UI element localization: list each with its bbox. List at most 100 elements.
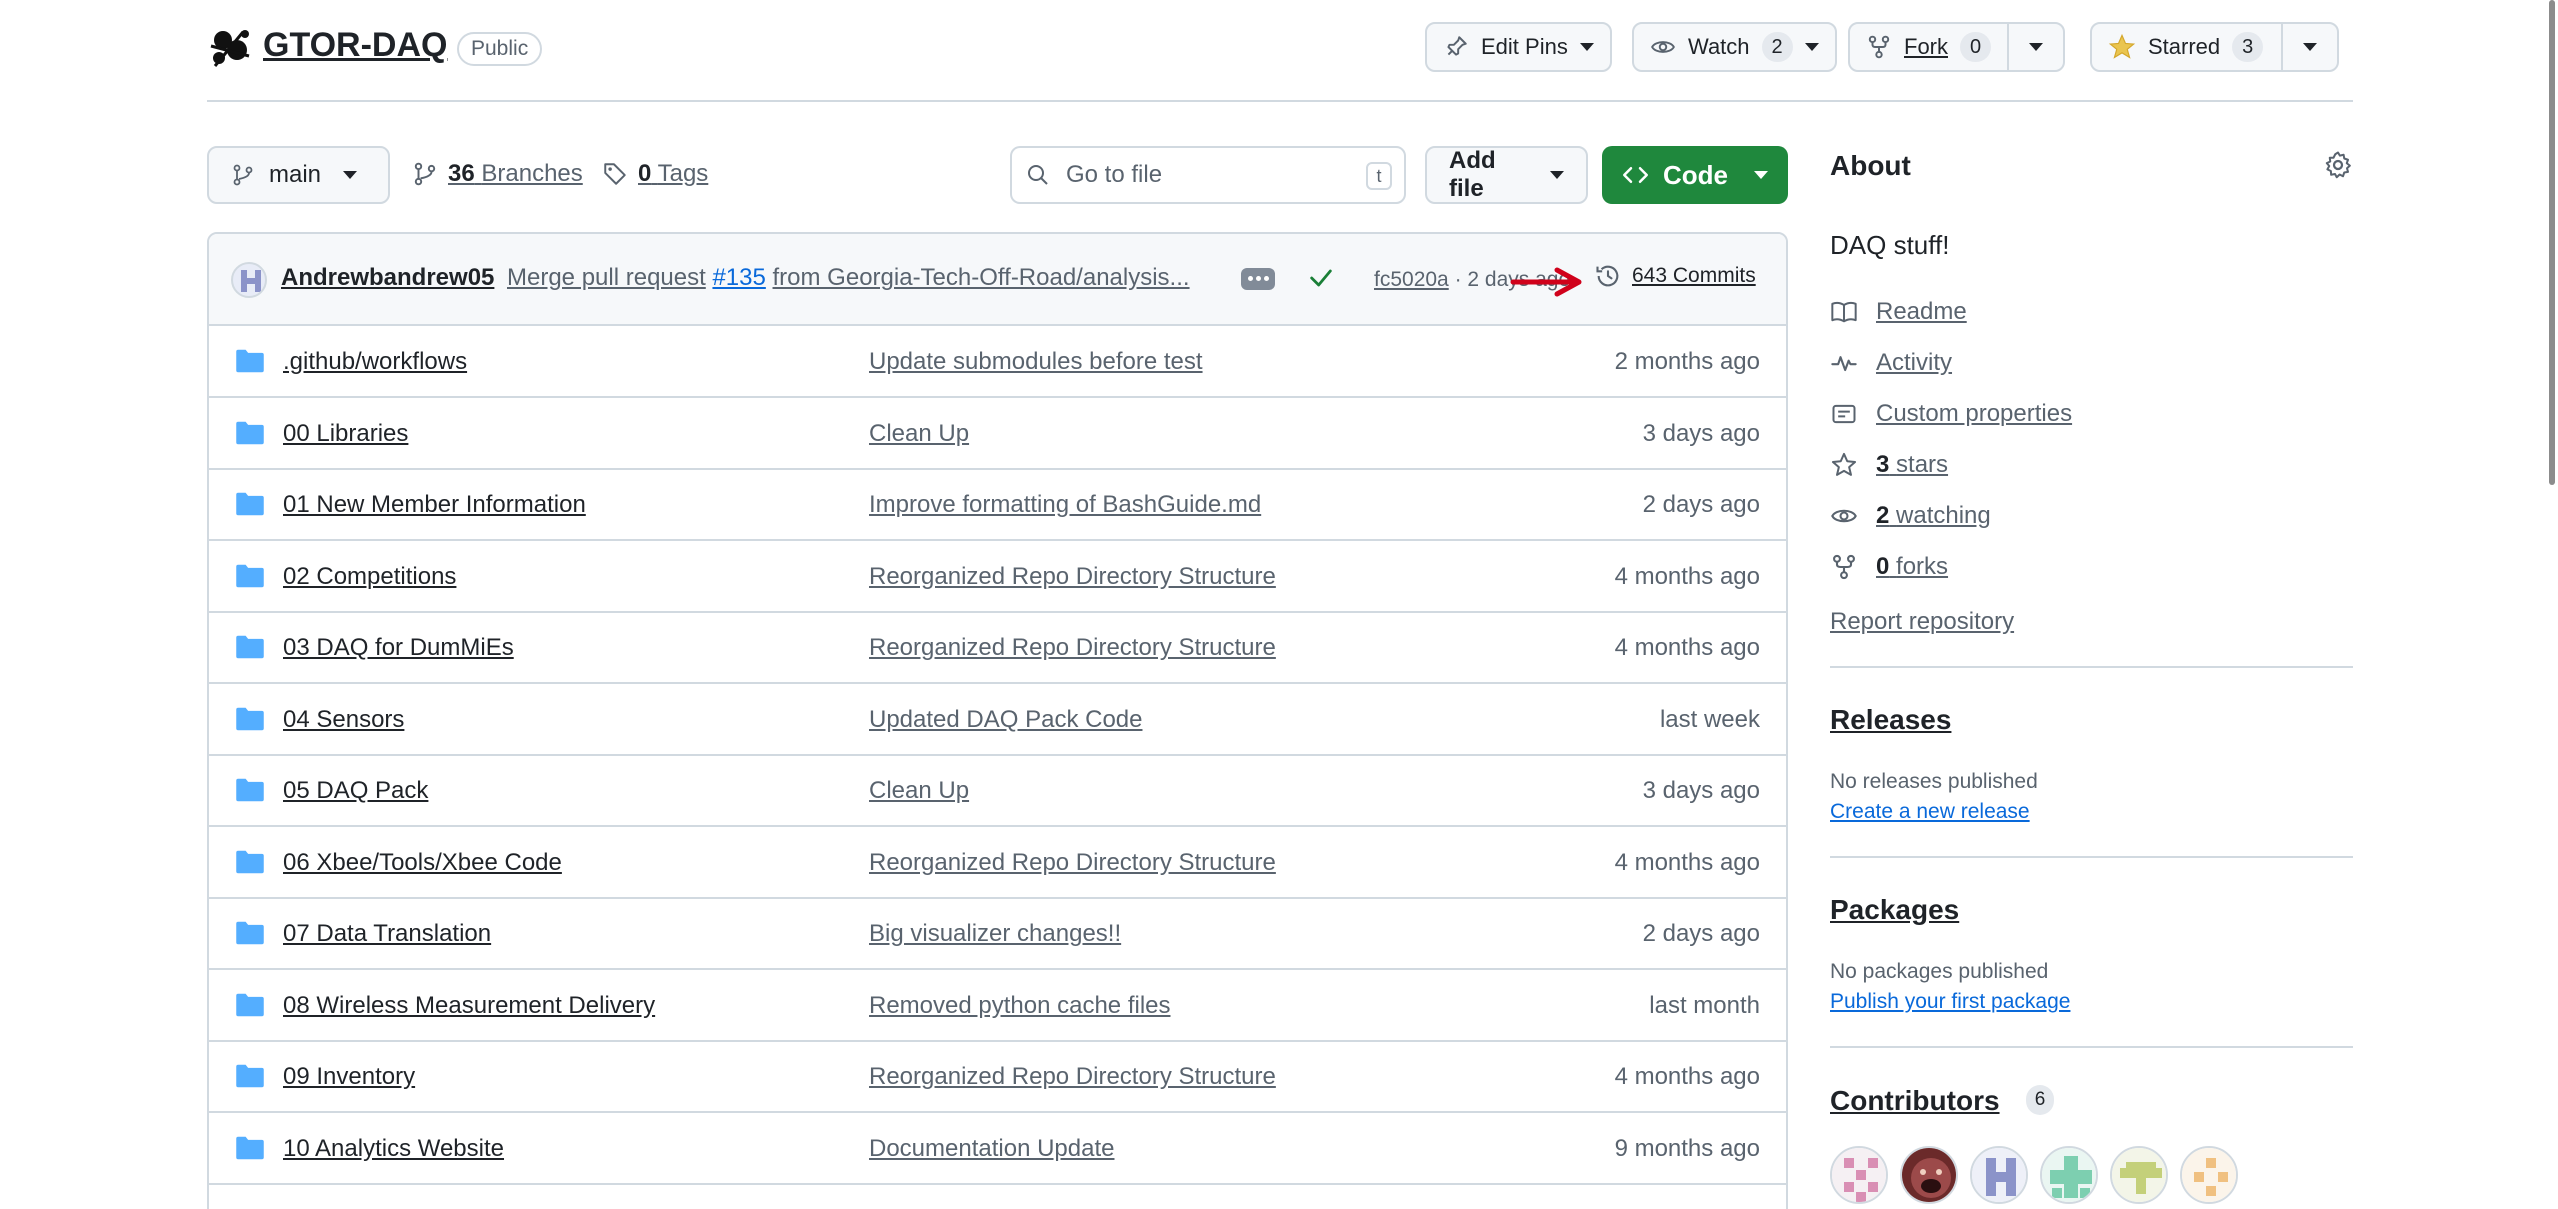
folder-icon <box>236 349 264 373</box>
sidebar-divider <box>1830 666 2353 668</box>
go-to-file-input[interactable]: Go to file t <box>1010 146 1406 204</box>
fork-dropdown-button[interactable] <box>2007 24 2063 70</box>
readme-link[interactable]: Readme <box>1830 298 1967 326</box>
stars-link[interactable]: 3 stars <box>1830 451 1948 479</box>
starred-button[interactable]: Starred 3 <box>2092 24 2281 70</box>
forks-link[interactable]: 0 forks <box>1830 553 1948 581</box>
file-name-link[interactable]: 07 Data Translation <box>283 920 491 948</box>
file-commit-message-link[interactable]: Reorganized Repo Directory Structure <box>869 563 1276 591</box>
file-row[interactable]: .github/workflows Update submodules befor… <box>209 326 1786 398</box>
go-to-file-placeholder: Go to file <box>1066 161 1163 188</box>
commit-message[interactable]: Merge pull request #135 from Georgia-Tec… <box>507 264 1190 292</box>
sidebar-divider <box>1830 1046 2353 1048</box>
tags-link[interactable]: 0 Tags <box>602 160 708 188</box>
file-name-link[interactable]: 01 New Member Information <box>283 491 586 519</box>
folder-icon <box>236 921 264 945</box>
vertical-scrollbar[interactable] <box>2544 0 2558 1209</box>
search-icon <box>1028 165 1048 185</box>
check-status-icon[interactable] <box>1307 264 1335 292</box>
file-row[interactable]: 01 New Member Information Improve formatt… <box>209 469 1786 541</box>
commit-message-prefix[interactable]: Merge pull request <box>507 264 706 291</box>
file-commit-message-link[interactable]: Update submodules before test <box>869 348 1203 376</box>
report-repository-link[interactable]: Report repository <box>1830 608 2014 636</box>
file-commit-message-link[interactable]: Big visualizer changes!! <box>869 920 1121 948</box>
file-name-link[interactable]: 05 DAQ Pack <box>283 777 428 805</box>
create-release-link[interactable]: Create a new release <box>1830 800 2030 824</box>
file-row[interactable]: 07 Data Translation Big visualizer change… <box>209 898 1786 970</box>
branch-selector[interactable]: main <box>207 146 390 204</box>
commit-message-suffix[interactable]: from Georgia-Tech-Off-Road/analysis... <box>773 264 1190 291</box>
file-commit-message-link[interactable]: Improve formatting of BashGuide.md <box>869 491 1261 519</box>
file-row[interactable]: 10 Analytics Website Documentation Update… <box>209 1113 1786 1185</box>
file-commit-message-link[interactable]: Reorganized Repo Directory Structure <box>869 849 1276 877</box>
file-commit-message-link[interactable]: Removed python cache files <box>869 992 1171 1020</box>
scrollbar-thumb[interactable] <box>2549 0 2555 485</box>
folder-icon <box>236 564 264 587</box>
commits-history-link[interactable]: 643 Commits <box>1594 262 1756 290</box>
code-brackets-icon <box>1623 167 1648 183</box>
file-commit-date: 4 months ago <box>1614 634 1760 661</box>
packages-heading[interactable]: Packages <box>1830 894 1959 926</box>
code-label: Code <box>1663 159 1728 190</box>
add-file-button[interactable]: Add file <box>1425 146 1588 204</box>
contributor-avatar[interactable] <box>1830 1146 1888 1204</box>
commit-sha-link[interactable]: fc5020a <box>1374 268 1449 291</box>
packages-note: No packages published <box>1830 960 2049 983</box>
repo-owner-avatar[interactable] <box>207 26 253 72</box>
contributor-avatar[interactable] <box>2040 1146 2098 1204</box>
file-row[interactable]: 03 DAQ for DumMiEs Reorganized Repo Direc… <box>209 612 1786 684</box>
file-name-link[interactable]: 10 Analytics Website <box>283 1135 504 1163</box>
contributor-avatar[interactable] <box>2180 1146 2238 1204</box>
file-commit-message-link[interactable]: Documentation Update <box>869 1135 1114 1163</box>
fork-button[interactable]: Fork 0 <box>1850 24 2007 70</box>
file-row[interactable]: 04 Sensors Updated DAQ Pack Code last week <box>209 684 1786 756</box>
file-row[interactable]: 00 Libraries Clean Up 3 days ago <box>209 398 1786 470</box>
pull-request-link[interactable]: #135 <box>712 264 765 291</box>
file-name-link[interactable]: 06 Xbee/Tools/Xbee Code <box>283 849 562 877</box>
file-commit-message-link[interactable]: Updated DAQ Pack Code <box>869 706 1142 734</box>
file-commit-message-link[interactable]: Reorganized Repo Directory Structure <box>869 1063 1276 1091</box>
pulse-icon <box>1831 356 1857 372</box>
star-dropdown-button[interactable] <box>2281 24 2337 70</box>
file-commit-message-link[interactable]: Clean Up <box>869 420 969 448</box>
file-row[interactable]: 08 Wireless Measurement Delivery Removed … <box>209 970 1786 1042</box>
file-row[interactable]: 02 Competitions Reorganized Repo Director… <box>209 541 1786 613</box>
commit-author-link[interactable]: Andrewbandrew05 <box>281 264 494 292</box>
expand-commit-message-button[interactable] <box>1241 268 1275 290</box>
gear-icon[interactable] <box>2323 150 2353 180</box>
file-commit-message-link[interactable]: Clean Up <box>869 777 969 805</box>
releases-heading[interactable]: Releases <box>1830 704 1951 736</box>
file-row[interactable]: 09 Inventory Reorganized Repo Directory S… <box>209 1041 1786 1113</box>
file-name-link[interactable]: .github/workflows <box>283 348 467 376</box>
starred-label: Starred <box>2148 34 2221 59</box>
folder-icon <box>236 1136 264 1159</box>
repo-name-link[interactable]: GTOR-DAQ <box>263 26 447 65</box>
activity-link[interactable]: Activity <box>1830 349 1952 377</box>
contributor-avatar[interactable] <box>2110 1146 2168 1204</box>
file-name-link[interactable]: 08 Wireless Measurement Delivery <box>283 992 655 1020</box>
star-filled-icon <box>2108 33 2136 59</box>
contributor-avatar[interactable] <box>1900 1146 1958 1204</box>
watching-link[interactable]: 2 watching <box>1830 502 1991 530</box>
branches-link[interactable]: 36 Branches <box>412 160 583 188</box>
custom-properties-label: Custom properties <box>1876 400 2073 427</box>
contributor-avatar[interactable] <box>1970 1146 2028 1204</box>
commit-author-avatar[interactable] <box>231 262 267 298</box>
file-name-link[interactable]: 03 DAQ for DumMiEs <box>283 634 514 662</box>
publish-package-link[interactable]: Publish your first package <box>1830 990 2070 1014</box>
contributors-heading[interactable]: Contributors <box>1830 1085 2000 1117</box>
file-name-link[interactable]: 04 Sensors <box>283 706 404 734</box>
file-commit-message-link[interactable]: Reorganized Repo Directory Structure <box>869 634 1276 662</box>
code-button[interactable]: Code <box>1602 146 1788 204</box>
file-row[interactable]: 06 Xbee/Tools/Xbee Code Reorganized Repo … <box>209 827 1786 899</box>
file-commit-date: 3 days ago <box>1642 419 1760 447</box>
watch-button[interactable]: Watch 2 <box>1632 22 1837 72</box>
watching-label: watching <box>1896 502 1991 529</box>
file-name-link[interactable]: 00 Libraries <box>283 420 408 448</box>
github-repo-page: GTOR-DAQ Public Edit Pins Watch 2 Fork 0 <box>0 0 2558 1209</box>
file-name-link[interactable]: 09 Inventory <box>283 1063 415 1091</box>
edit-pins-button[interactable]: Edit Pins <box>1425 22 1612 72</box>
custom-properties-link[interactable]: Custom properties <box>1830 400 2072 428</box>
file-name-link[interactable]: 02 Competitions <box>283 563 456 591</box>
file-row[interactable]: 05 DAQ Pack Clean Up 3 days ago <box>209 755 1786 827</box>
